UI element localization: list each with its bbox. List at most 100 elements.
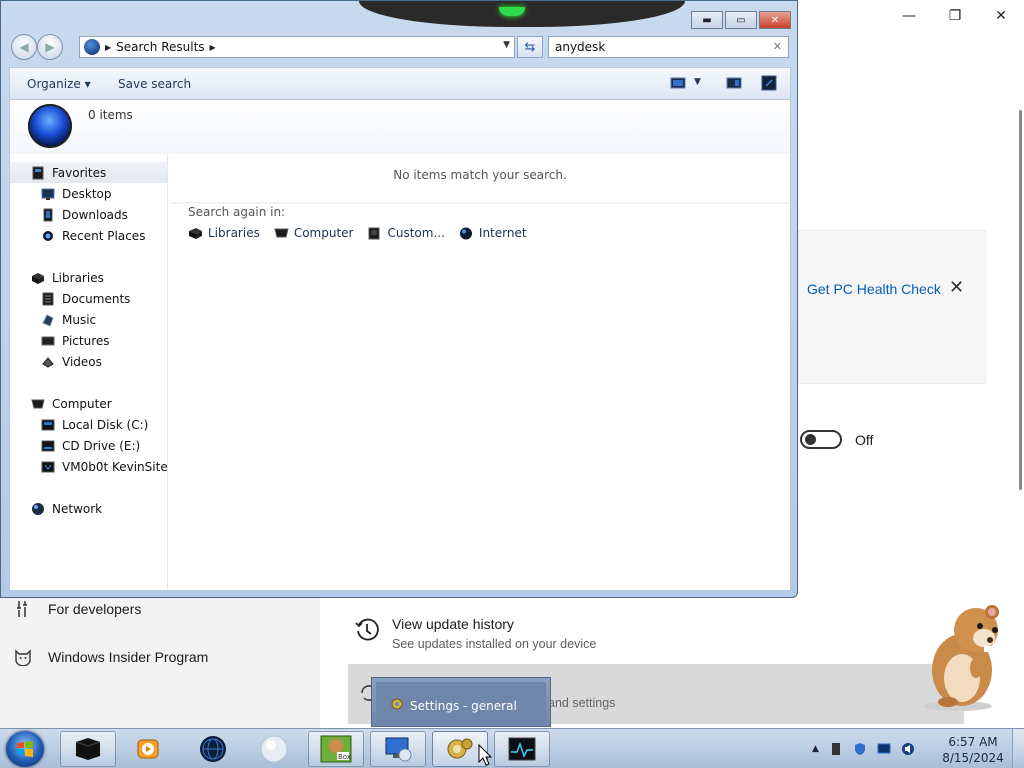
favorites-icon [31, 166, 45, 180]
help-icon[interactable] [761, 75, 777, 91]
nav-libraries[interactable]: Libraries [10, 267, 167, 288]
dismiss-card-button[interactable]: ✕ [949, 277, 964, 298]
nav-downloads-label: Downloads [62, 207, 128, 222]
nav-computer[interactable]: Computer [10, 393, 167, 414]
search-again-libraries[interactable]: Libraries [188, 226, 260, 240]
breadcrumb-arrow-icon[interactable]: ▶ [105, 43, 111, 52]
nav-recent-places-label: Recent Places [62, 228, 146, 243]
nav-item-for-developers[interactable]: For developers [14, 600, 141, 618]
address-bar[interactable]: ▶ Search Results ▶ ▼ [79, 36, 515, 58]
taskbar-app-game-box[interactable]: Box [308, 731, 364, 767]
taskbar-app-command-prompt[interactable] [60, 731, 116, 767]
breadcrumb-arrow-icon[interactable]: ▶ [210, 43, 216, 52]
nav-pictures[interactable]: Pictures [10, 330, 167, 351]
explorer-close-button[interactable]: ✕ [759, 11, 791, 29]
theme-green-led [499, 7, 525, 16]
hard-disk-icon [41, 418, 55, 432]
white-orb-icon [260, 735, 288, 763]
nav-favorites-label: Favorites [52, 165, 107, 180]
organize-menu-button[interactable]: Organize ▾ [27, 77, 91, 91]
toggle-state-label: Off [855, 432, 874, 448]
tray-monitor-icon[interactable] [877, 742, 891, 756]
taskbar-app-task-monitor[interactable] [494, 731, 550, 767]
nav-cd-drive[interactable]: CD Drive (E:) [10, 435, 167, 456]
clock-date: 8/15/2024 [942, 751, 1004, 765]
desktop-icon [41, 187, 55, 201]
nav-desktop[interactable]: Desktop [10, 183, 167, 204]
tray-shield-icon[interactable] [853, 742, 867, 756]
nav-network-share-label: VM0b0t KevinSite [62, 459, 168, 474]
view-dropdown-icon[interactable]: ▼ [694, 77, 701, 87]
nav-desktop-label: Desktop [62, 186, 112, 201]
internet-globe-icon [459, 227, 474, 240]
minimize-button[interactable]: — [886, 0, 932, 32]
nav-recent-places[interactable]: Recent Places [10, 225, 167, 246]
libraries-icon [188, 227, 203, 240]
taskbar-app-remote-desktop[interactable] [370, 731, 426, 767]
search-again-internet[interactable]: Internet [459, 226, 527, 240]
nav-favorites[interactable]: Favorites [10, 162, 167, 183]
nav-network[interactable]: Network [10, 498, 167, 519]
nav-item-windows-insider[interactable]: Windows Insider Program [14, 648, 208, 666]
nav-network-share[interactable]: VM0b0t KevinSite [10, 456, 168, 477]
explorer-maximize-button[interactable]: ▭ [725, 11, 757, 29]
history-nav-buttons: ◀ ▶ [11, 34, 63, 60]
restore-button[interactable]: ❐ [932, 0, 978, 32]
network-globe-icon [31, 502, 45, 516]
recent-places-icon [41, 229, 55, 243]
preview-pane-icon[interactable] [726, 77, 742, 89]
settings-gear-icon [390, 697, 404, 714]
save-search-button[interactable]: Save search [118, 77, 191, 91]
update-history-title: View update history [392, 616, 514, 632]
pictures-icon [41, 334, 55, 348]
close-button[interactable]: ✕ [978, 0, 1024, 32]
back-button[interactable]: ◀ [11, 34, 37, 60]
search-again-custom[interactable]: Custom... [367, 226, 445, 240]
show-hidden-icons-icon[interactable]: ▲ [812, 744, 819, 754]
clear-search-icon[interactable]: ✕ [773, 40, 782, 53]
taskbar-app-white-orb[interactable] [246, 731, 302, 767]
nav-music[interactable]: Music [10, 309, 167, 330]
nav-computer-label: Computer [52, 396, 112, 411]
settings-gear-icon [447, 738, 473, 759]
media-player-icon [137, 739, 159, 759]
navigation-pane[interactable]: Favorites Desktop Downloads Recent Place… [10, 154, 168, 590]
nav-documents[interactable]: Documents [10, 288, 167, 309]
nav-local-disk[interactable]: Local Disk (C:) [10, 414, 167, 435]
nav-downloads[interactable]: Downloads [10, 204, 167, 225]
get-pc-health-check-link[interactable]: Get PC Health Check [807, 281, 941, 297]
mouse-cursor-icon [478, 744, 492, 766]
search-input[interactable]: anydesk ✕ [548, 36, 789, 58]
taskbar-clock[interactable]: 6:57 AM 8/15/2024 [940, 734, 1006, 766]
forward-button[interactable]: ▶ [37, 34, 63, 60]
nav-videos[interactable]: Videos [10, 351, 167, 372]
refresh-button[interactable]: ⇆ [517, 36, 543, 58]
documents-icon [41, 292, 55, 306]
item-count: 0 items [88, 108, 133, 122]
start-button[interactable] [6, 731, 44, 767]
search-again-computer[interactable]: Computer [274, 226, 353, 240]
taskbar-app-media-player[interactable] [120, 731, 176, 767]
taskbar-thumbnail-preview[interactable]: Settings - general [371, 677, 551, 727]
search-again-options: Libraries Computer Custom... Internet [188, 226, 527, 240]
nav-network-label: Network [52, 501, 103, 516]
tray-volume-icon[interactable] [901, 742, 915, 756]
taskbar-app-globe-browser[interactable] [185, 731, 241, 767]
setting-toggle[interactable] [800, 430, 842, 449]
nav-cd-drive-label: CD Drive (E:) [62, 438, 141, 453]
settings-scrollbar[interactable] [1019, 110, 1022, 490]
thumbnail-title-text: Settings - general [410, 698, 517, 713]
breadcrumb-search-results[interactable]: Search Results [116, 40, 204, 54]
tray-battery-icon[interactable] [829, 742, 843, 756]
search-query: anydesk [555, 40, 606, 54]
hamster-desktop-gadget[interactable] [918, 600, 1010, 712]
details-pane: 0 items [9, 100, 791, 154]
view-options-icon[interactable] [670, 77, 686, 89]
settings-caption-buttons: — ❐ ✕ [886, 0, 1024, 32]
search-folder-orb-icon [28, 104, 72, 148]
address-dropdown-icon[interactable]: ▼ [503, 40, 510, 50]
show-desktop-button[interactable] [1012, 729, 1024, 768]
computer-icon [274, 227, 289, 240]
taskbar: Box ▲ 6:57 AM 8/15/2024 [0, 728, 1024, 768]
explorer-minimize-button[interactable]: ▬ [691, 11, 723, 29]
